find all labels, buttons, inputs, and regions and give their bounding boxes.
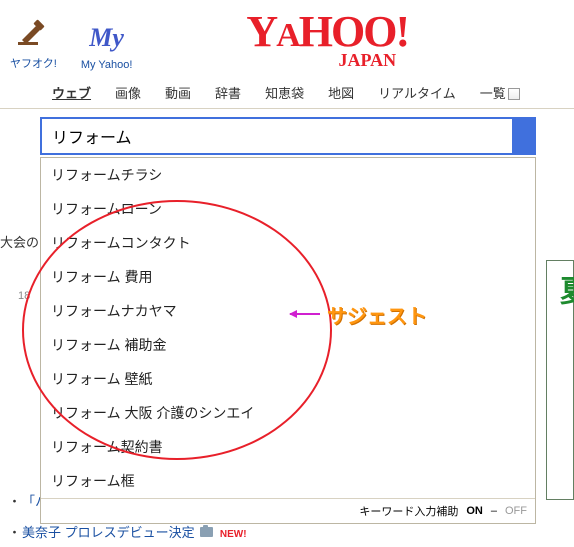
suggest-toggle-off[interactable]: OFF	[505, 505, 527, 517]
search-area: リフォームチラシ リフォームローン リフォームコンタクト リフォーム 費用 リフ…	[40, 117, 574, 155]
suggest-item[interactable]: リフォームコンタクト	[41, 226, 535, 260]
side-banner-text: 夏	[547, 261, 574, 323]
search-button[interactable]	[512, 119, 534, 153]
left-truncated-number: 18	[18, 290, 30, 302]
auction-label: ヤフオク!	[10, 58, 57, 70]
chevron-down-icon	[514, 89, 520, 93]
suggest-toggle-sep: –	[491, 505, 497, 517]
suggest-item[interactable]: リフォームナカヤマ	[41, 294, 535, 328]
my-yahoo-link[interactable]: My My Yahoo!	[81, 23, 133, 71]
tab-dictionary[interactable]: 辞書	[203, 81, 253, 104]
tab-map[interactable]: 地図	[316, 81, 366, 104]
suggest-item[interactable]: リフォーム契約書	[41, 430, 535, 464]
search-input[interactable]	[42, 119, 512, 153]
auction-link[interactable]: ヤフオク!	[10, 18, 57, 71]
my-icon: My	[81, 23, 133, 53]
left-truncated-text: 大会の	[0, 232, 39, 251]
search-tabs: ウェブ 画像 動画 辞書 知恵袋 地図 リアルタイム 一覧	[0, 75, 574, 109]
yahoo-japan-logo[interactable]: YAHOO! JAPAN	[246, 12, 408, 71]
my-yahoo-label: My Yahoo!	[81, 59, 133, 71]
gavel-icon	[10, 18, 57, 49]
logo-main: YAHOO!	[246, 12, 408, 52]
suggest-item[interactable]: リフォーム 補助金	[41, 328, 535, 362]
suggest-item[interactable]: リフォーム 費用	[41, 260, 535, 294]
tab-image[interactable]: 画像	[103, 81, 153, 104]
side-banner[interactable]: 夏	[546, 260, 574, 500]
top-bar: ヤフオク! My My Yahoo! YAHOO! JAPAN	[0, 0, 574, 75]
suggest-item[interactable]: リフォーム 壁紙	[41, 362, 535, 396]
tab-more[interactable]: 一覧	[468, 81, 532, 104]
suggest-toggle-on[interactable]: ON	[466, 505, 483, 517]
tab-web[interactable]: ウェブ	[40, 81, 103, 104]
suggest-item[interactable]: リフォーム 大阪 介護のシンエイ	[41, 396, 535, 430]
tab-realtime[interactable]: リアルタイム	[366, 81, 468, 104]
suggest-item[interactable]: リフォームチラシ	[41, 158, 535, 192]
camera-icon	[200, 527, 213, 537]
suggest-footer-label: キーワード入力補助	[359, 503, 458, 519]
tab-video[interactable]: 動画	[153, 81, 203, 104]
news-link[interactable]: 美奈子 プロレスデビュー決定	[22, 525, 195, 540]
suggest-footer: キーワード入力補助 ON – OFF	[41, 498, 535, 523]
suggest-dropdown: リフォームチラシ リフォームローン リフォームコンタクト リフォーム 費用 リフ…	[40, 157, 536, 524]
new-badge: NEW!	[220, 529, 247, 540]
suggest-item[interactable]: リフォーム框	[41, 464, 535, 498]
suggest-item[interactable]: リフォームローン	[41, 192, 535, 226]
tab-chiebukuro[interactable]: 知恵袋	[253, 81, 316, 104]
search-box	[40, 117, 536, 155]
